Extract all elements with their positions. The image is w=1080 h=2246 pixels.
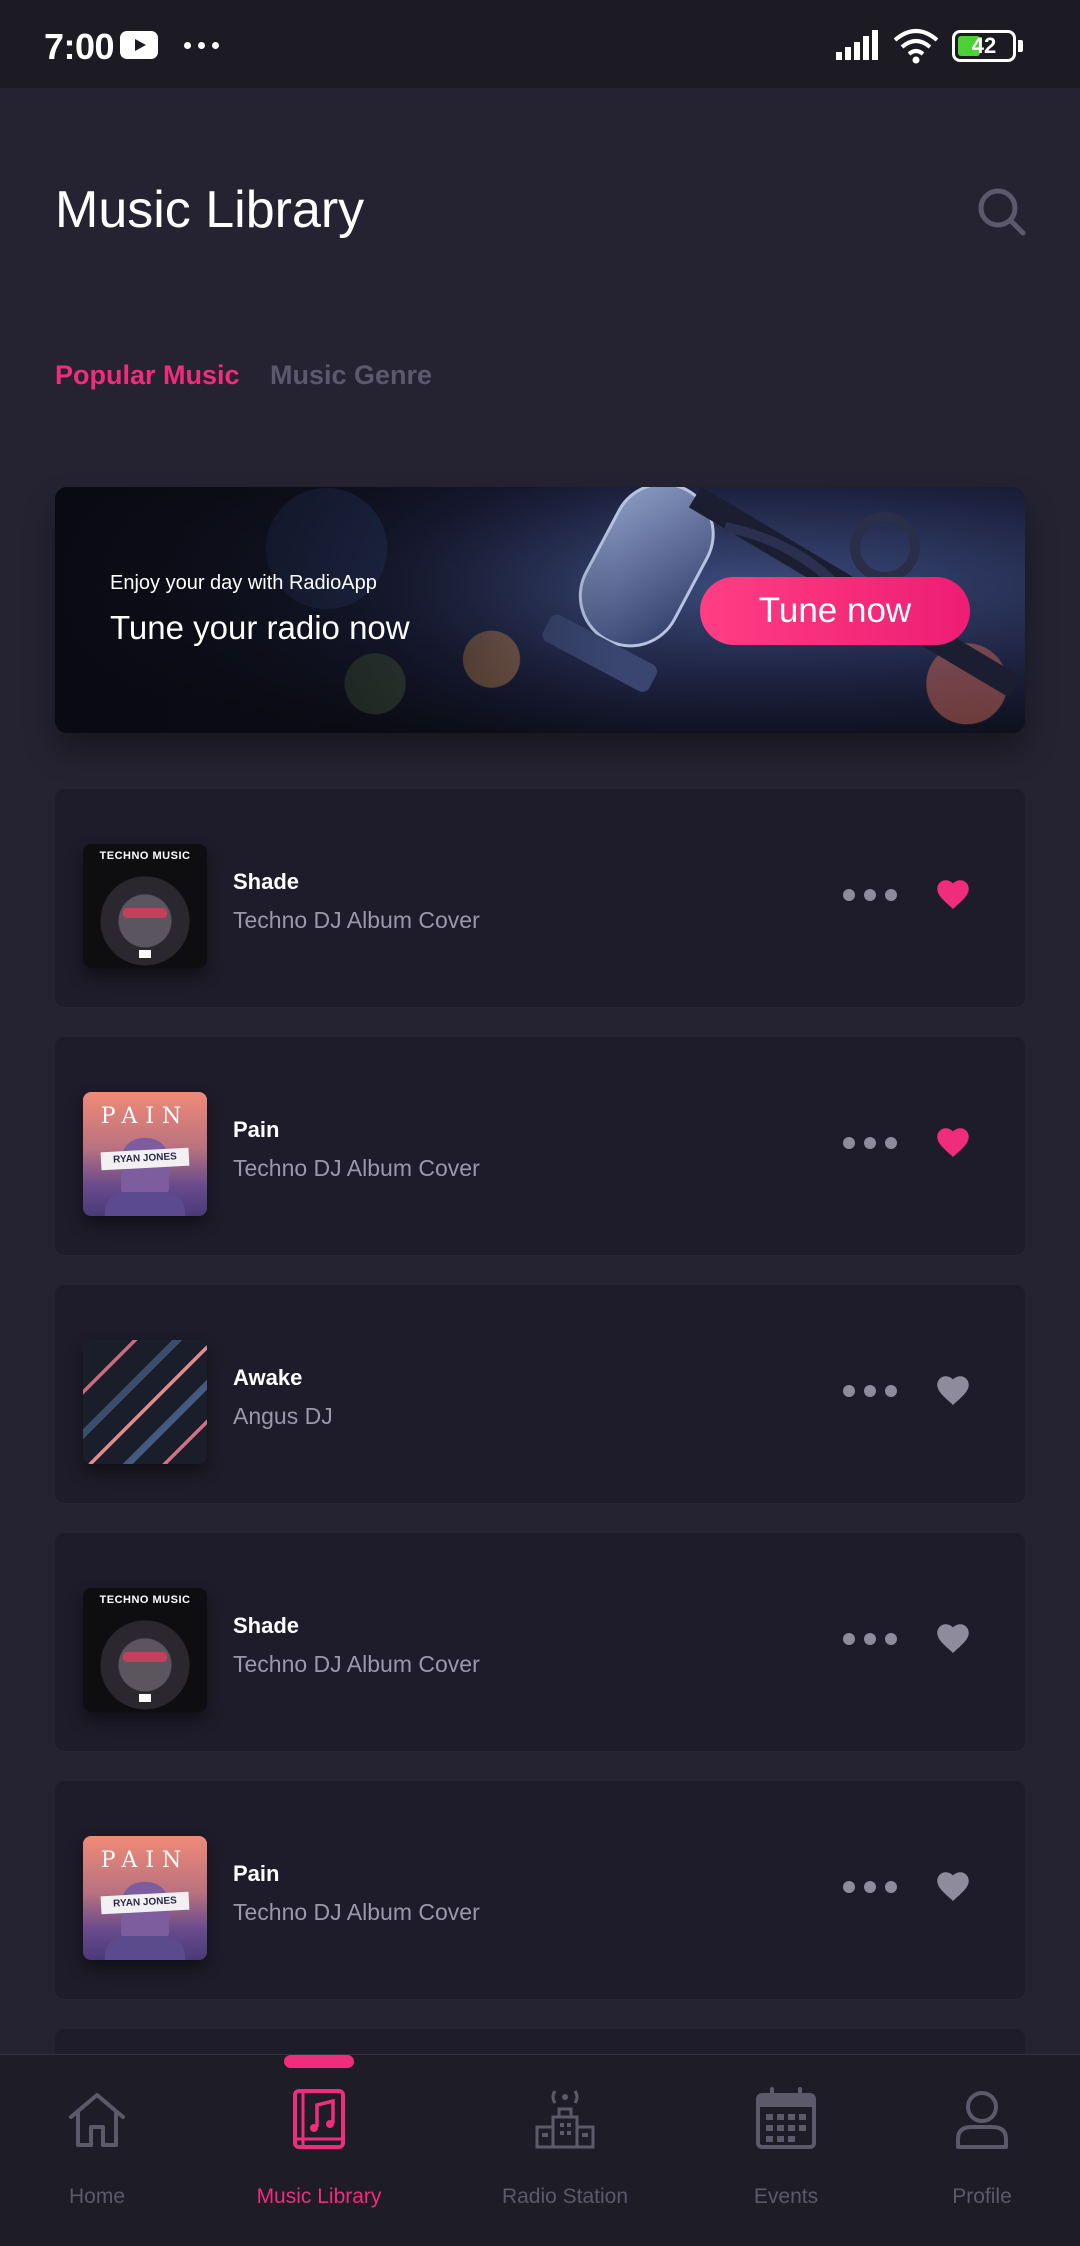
- nav-radio-station[interactable]: Radio Station: [485, 2055, 645, 2246]
- track-item[interactable]: Awake Angus DJ: [55, 1285, 1025, 1503]
- nav-events[interactable]: Events: [726, 2055, 846, 2246]
- promo-banner: Enjoy your day with RadioApp Tune your r…: [55, 487, 1025, 733]
- battery-icon: 42: [952, 30, 1023, 62]
- track-title: Shade: [233, 1613, 300, 1638]
- banner-subtitle: Enjoy your day with RadioApp: [110, 572, 377, 594]
- track-item[interactable]: PAIN RYAN JONES Pain Techno DJ Album Cov…: [55, 1037, 1025, 1255]
- track-title: Shade: [233, 869, 300, 894]
- banner-title: Tune your radio now: [110, 609, 410, 646]
- track-title: Awake: [233, 1365, 303, 1390]
- more-options-icon[interactable]: [843, 1385, 897, 1399]
- album-cover: TECHNO MUSIC: [83, 844, 207, 968]
- bottom-nav: Home Music Library Radio Station Events …: [0, 2054, 1080, 2246]
- nav-label: Home: [68, 2185, 126, 2208]
- heart-icon[interactable]: [935, 1869, 971, 1903]
- track-title: Pain: [233, 1861, 280, 1886]
- wifi-icon: [893, 29, 939, 64]
- heart-icon[interactable]: [935, 1621, 971, 1655]
- track-title: Pain: [233, 1117, 280, 1142]
- more-options-icon[interactable]: [843, 889, 897, 903]
- nav-label: Events: [753, 2185, 819, 2208]
- more-options-icon[interactable]: [843, 1881, 897, 1895]
- track-item[interactable]: TECHNO MUSIC Shade Techno DJ Album Cover: [55, 789, 1025, 1007]
- tune-now-button[interactable]: Tune now: [700, 577, 970, 645]
- tab-popular-music[interactable]: Popular Music: [55, 360, 240, 391]
- heart-icon[interactable]: [935, 1373, 971, 1407]
- nav-label: Radio Station: [501, 2185, 629, 2208]
- album-cover: PAIN RYAN JONES: [83, 1092, 207, 1216]
- radio-station-icon: [535, 2090, 595, 2149]
- search-icon[interactable]: [976, 186, 1028, 238]
- more-dots-icon: [184, 42, 224, 50]
- music-library-icon: [293, 2089, 345, 2149]
- page-title: Music Library: [55, 181, 365, 239]
- status-bar: 7:00 42: [0, 0, 1080, 88]
- track-subtitle: Angus DJ: [233, 1403, 333, 1429]
- track-item[interactable]: PAIN RYAN JONES Pain Techno DJ Album Cov…: [55, 1781, 1025, 1999]
- battery-level: 42: [971, 33, 997, 58]
- more-options-icon[interactable]: [843, 1137, 897, 1151]
- tab-music-genre[interactable]: Music Genre: [270, 360, 432, 391]
- nav-label: Profile: [952, 2185, 1012, 2208]
- nav-home[interactable]: Home: [30, 2055, 164, 2246]
- signal-icon: [836, 30, 878, 60]
- status-time: 7:00: [44, 26, 115, 67]
- album-cover: TECHNO MUSIC: [83, 1588, 207, 1712]
- track-subtitle: Techno DJ Album Cover: [233, 1899, 480, 1925]
- profile-icon: [956, 2091, 1008, 2149]
- nav-profile[interactable]: Profile: [922, 2055, 1042, 2246]
- calendar-icon: [756, 2087, 816, 2149]
- youtube-icon: [120, 31, 158, 59]
- track-subtitle: Techno DJ Album Cover: [233, 1155, 480, 1181]
- track-subtitle: Techno DJ Album Cover: [233, 907, 480, 933]
- more-options-icon[interactable]: [843, 1633, 897, 1647]
- track-subtitle: Techno DJ Album Cover: [233, 1651, 480, 1677]
- screen: 7:00 42 Music Library Popular Music Musi…: [0, 0, 1080, 2246]
- nav-music-library[interactable]: Music Library: [239, 2055, 399, 2246]
- heart-icon[interactable]: [935, 877, 971, 911]
- heart-icon[interactable]: [935, 1125, 971, 1159]
- track-item[interactable]: TECHNO MUSIC Shade Techno DJ Album Cover: [55, 1533, 1025, 1751]
- album-cover: [83, 1340, 207, 1464]
- nav-label: Music Library: [256, 2185, 382, 2208]
- home-icon: [69, 2093, 125, 2147]
- album-cover: PAIN RYAN JONES: [83, 1836, 207, 1960]
